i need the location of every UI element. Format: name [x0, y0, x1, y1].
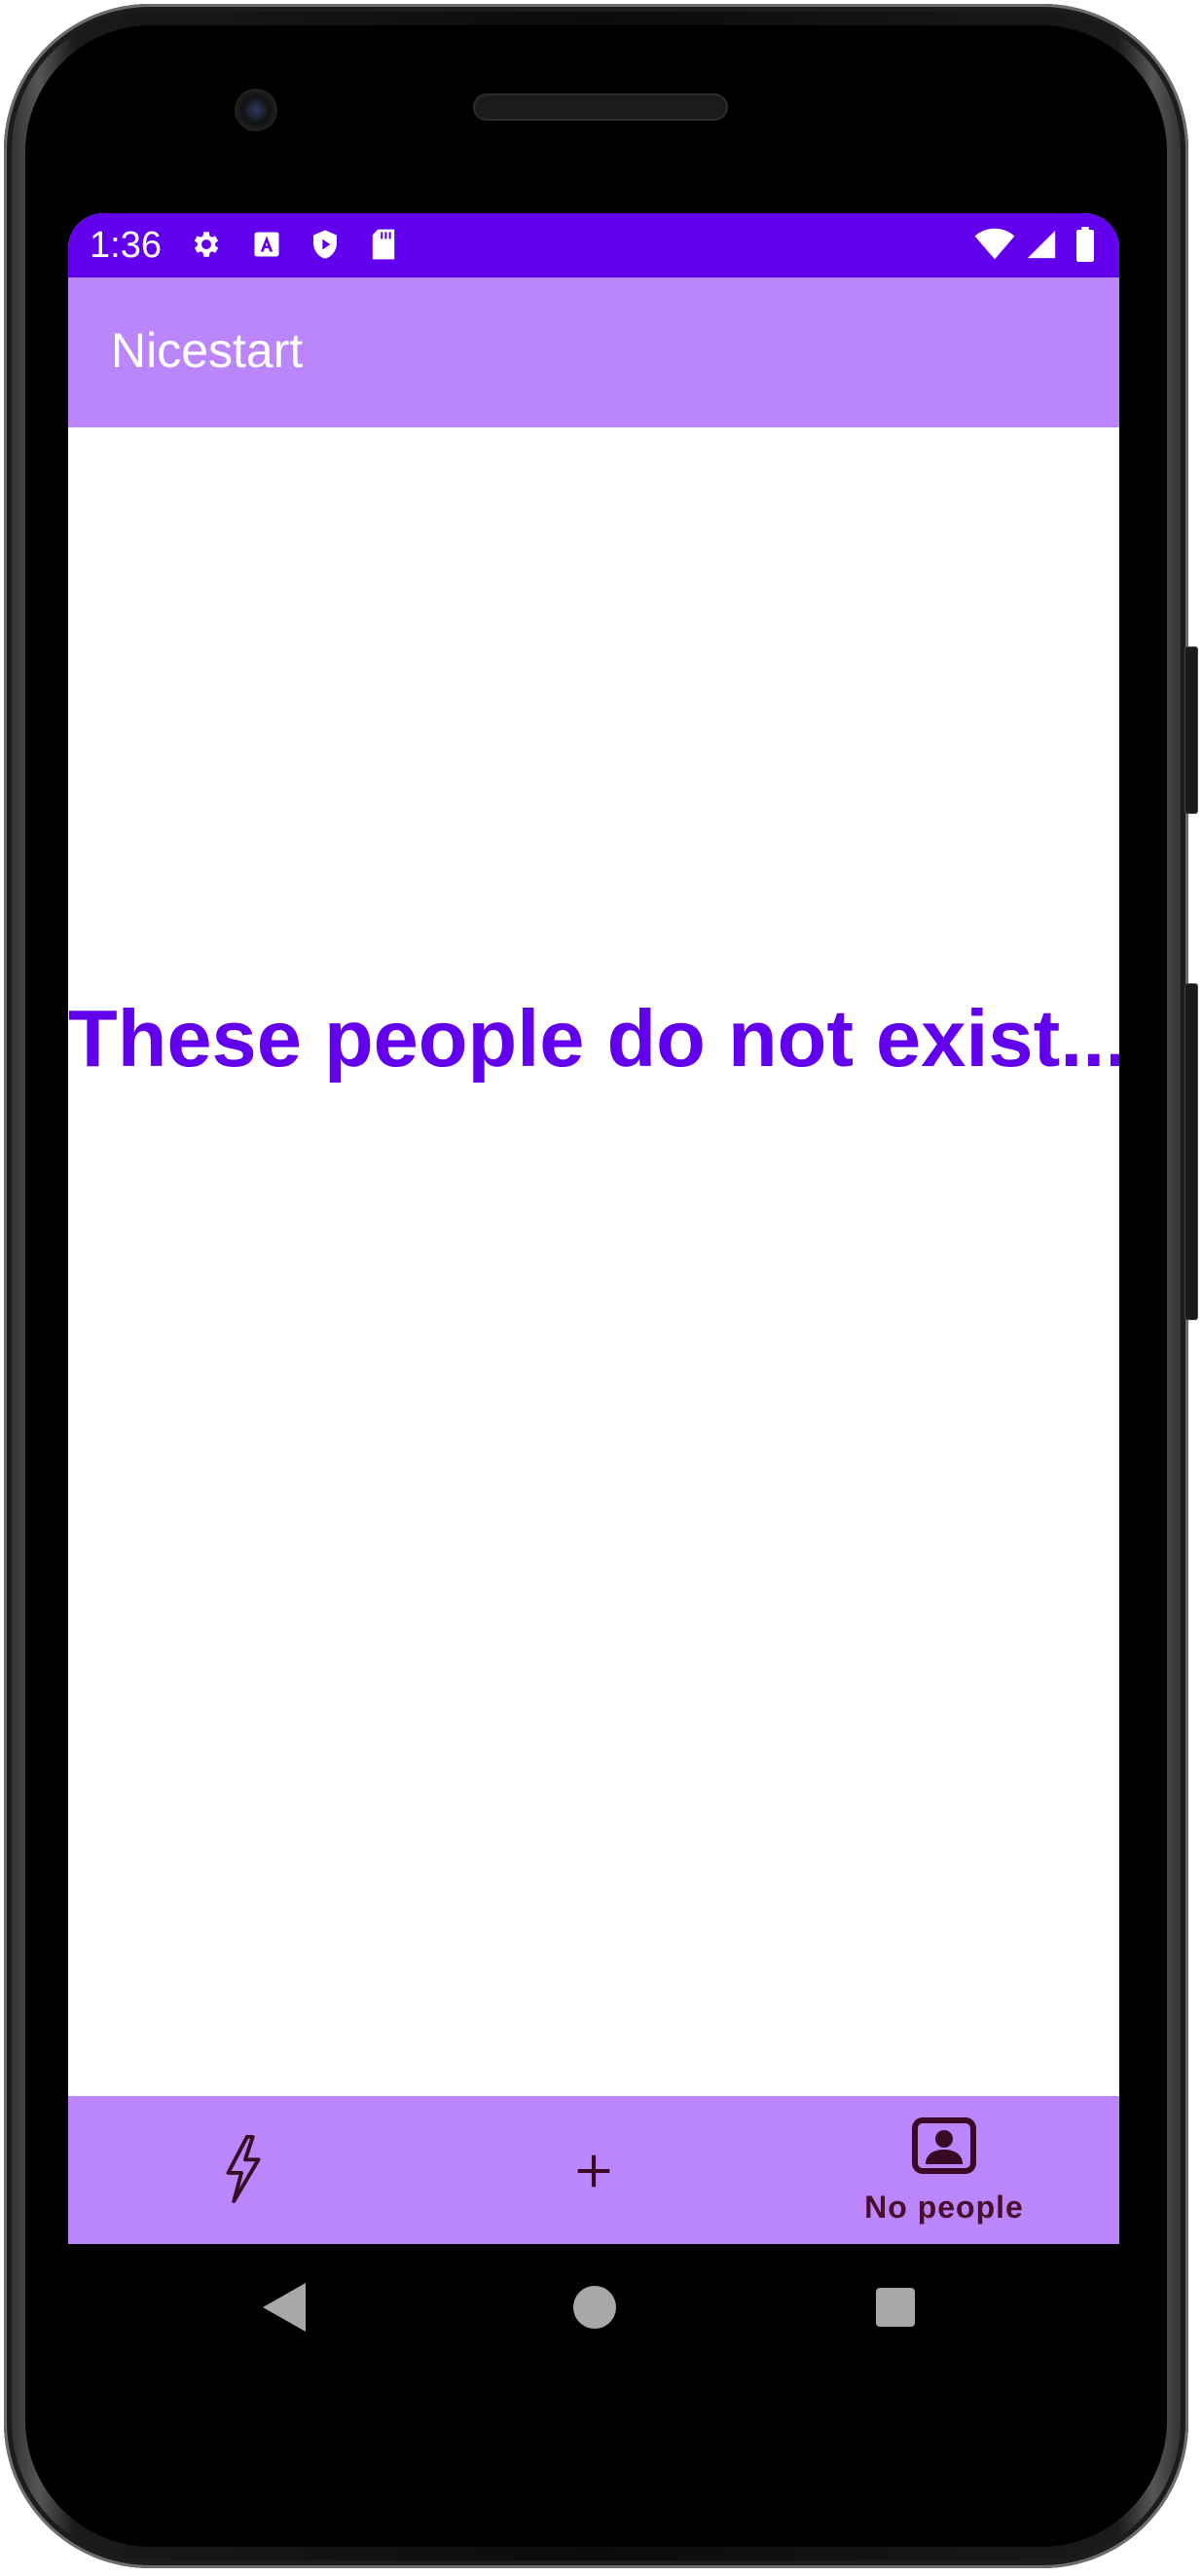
- power-button: [1184, 646, 1198, 814]
- status-time: 1:36: [90, 225, 162, 266]
- shield-icon: [308, 227, 343, 262]
- back-icon[interactable]: [263, 2283, 306, 2337]
- bottom-navigation: No people: [68, 2096, 1119, 2244]
- nav-item-add[interactable]: [419, 2096, 769, 2244]
- app-bar: Nicestart: [68, 277, 1119, 427]
- battery-icon: [1071, 227, 1100, 262]
- wifi-icon: [973, 227, 1016, 262]
- empty-state-message: These people do not exist...: [68, 993, 1119, 1084]
- earpiece-speaker: [473, 93, 728, 121]
- app-title: Nicestart: [111, 323, 304, 378]
- system-navigation-bar: [68, 2244, 1119, 2376]
- person-icon: [912, 2117, 976, 2179]
- volume-button: [1184, 983, 1198, 1320]
- nav-item-people[interactable]: No people: [769, 2096, 1119, 2244]
- lightning-icon: [222, 2135, 265, 2208]
- plus-icon: [575, 2153, 612, 2194]
- sd-card-icon: [366, 227, 401, 262]
- front-camera: [235, 89, 277, 131]
- home-icon[interactable]: [573, 2286, 616, 2334]
- status-bar: 1:36: [68, 213, 1119, 277]
- nav-label-people: No people: [864, 2190, 1024, 2225]
- nav-item-lightning[interactable]: [68, 2096, 419, 2244]
- screen: 1:36 Nicestart These people do not exist…: [68, 213, 1119, 2244]
- recents-icon[interactable]: [876, 2288, 915, 2332]
- settings-icon: [189, 227, 224, 262]
- a-icon: [249, 227, 284, 262]
- signal-icon: [1022, 227, 1061, 262]
- main-content: These people do not exist...: [68, 427, 1119, 2096]
